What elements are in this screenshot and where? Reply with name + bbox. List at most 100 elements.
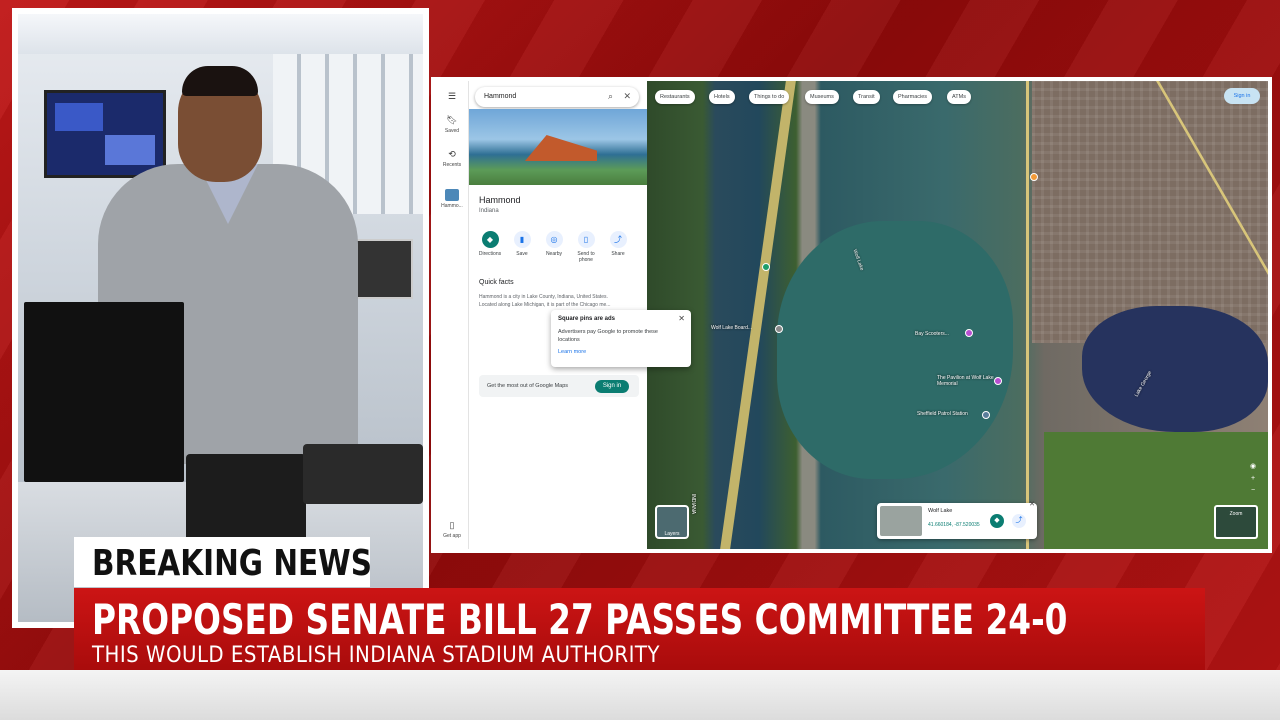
studio-tv-wall (44, 90, 166, 178)
recent-item-label: Hammo... (441, 203, 463, 209)
map-label-wolf-lake-board: Wolf Lake Board... (711, 325, 753, 331)
place-title: Hammond (479, 195, 521, 205)
map-controls: ◉ + − (1248, 461, 1258, 501)
directions-label: Directions (478, 251, 502, 257)
headline-text: PROPOSED SENATE BILL 27 PASSES COMMITTEE… (92, 595, 1068, 644)
get-most-text: Get the most out of Google Maps (487, 383, 569, 389)
recents-button[interactable]: ⟲ Recents (435, 149, 469, 168)
sign-in-button[interactable]: Sign in (1224, 88, 1260, 104)
get-app-label: Get app (443, 533, 461, 539)
bookmark-icon: ▮ (513, 231, 531, 248)
close-icon[interactable]: ✕ (1029, 500, 1035, 508)
map-pin[interactable] (1030, 173, 1038, 181)
hero-building (525, 135, 597, 161)
studio-video (18, 14, 423, 622)
share-label: Share (611, 251, 625, 257)
info-card[interactable]: Wolf Lake 41.660184, -87.520035 ◆ ⤴ ✕ (877, 500, 1037, 539)
map-pin[interactable] (762, 263, 770, 271)
saved-label: Saved (444, 128, 460, 134)
ticker-bar (0, 670, 1280, 720)
hamburger-icon: ☰ (447, 91, 457, 101)
map-pin[interactable] (965, 329, 973, 337)
close-icon[interactable]: ✕ (623, 91, 631, 102)
phone-icon: ▯ (449, 520, 455, 530)
satellite-map[interactable]: Wolf Lake Wolf Lake Board... Bay Scooter… (647, 81, 1268, 549)
anchor-video-frame (12, 8, 429, 628)
zoom-out-icon[interactable]: − (1248, 485, 1258, 497)
nearby-button[interactable]: ◎ Nearby (539, 231, 569, 257)
save-label: Save (516, 251, 528, 257)
wolf-lake-water (777, 221, 1014, 479)
quick-facts-title: Quick facts (479, 279, 514, 286)
send-to-phone-label: Send to phone (577, 251, 595, 263)
studio-equipment-2 (303, 444, 423, 504)
breaking-news-tag: BREAKING NEWS (74, 537, 372, 587)
zoom-in-icon[interactable]: + (1248, 473, 1258, 485)
search-icon[interactable]: ⌕ (608, 91, 613, 102)
chip-pharmacies[interactable]: Pharmacies (893, 90, 933, 104)
chip-hotels[interactable]: Hotels (709, 90, 735, 104)
studio-equipment (186, 454, 306, 544)
google-maps-window: ☰ 🔖︎ Saved ⟲ Recents Hammo... ▯ Get app Ham… (435, 81, 1268, 549)
send-to-phone-button[interactable]: ▯ Send to phone (571, 231, 601, 263)
headline-bar: PROPOSED SENATE BILL 27 PASSES COMMITTEE… (74, 588, 1205, 670)
saved-button[interactable]: 🔖︎ Saved (435, 115, 469, 134)
share-icon[interactable]: ⤴ (1012, 514, 1026, 528)
layers-button[interactable]: Layers (655, 505, 689, 539)
chip-transit[interactable]: Transit (853, 90, 880, 104)
road (1025, 81, 1029, 549)
bookmark-icon: 🔖︎ (446, 115, 458, 125)
studio-ceiling (18, 14, 423, 54)
recent-item-button[interactable]: Hammo... (435, 189, 469, 209)
place-subtitle: Indiana (479, 208, 499, 214)
quick-facts-text: Hammond is a city in Lake County, Indian… (479, 294, 611, 308)
learn-more-link[interactable]: Learn more (558, 349, 684, 355)
place-actions: ◆ Directions ▮ Save ◎ Nearby ▯ Send to phone… (475, 231, 643, 267)
place-hero-photo[interactable] (469, 109, 647, 185)
search-box[interactable]: Hammond ⌕ ✕ (475, 87, 639, 107)
directions-icon: ◆ (481, 231, 499, 248)
close-icon[interactable]: ✕ (678, 314, 685, 323)
map-label-sheffield: Sheffield Patrol Station (917, 411, 968, 417)
panel-sign-in-button[interactable]: Sign in (595, 380, 629, 393)
chip-things-to-do[interactable]: Things to do (749, 90, 790, 104)
share-button[interactable]: ⤴ Share (603, 231, 633, 257)
share-icon: ⤴ (609, 231, 627, 248)
map-screen-frame: ☰ 🔖︎ Saved ⟲ Recents Hammo... ▯ Get app Ham… (431, 77, 1272, 553)
anchor-hair (182, 66, 258, 96)
search-input[interactable]: Hammond (484, 93, 516, 100)
chip-atms[interactable]: ATMs (947, 90, 971, 104)
tooltip-body: Advertisers pay Google to promote these … (558, 329, 658, 343)
map-label-indiana: INDIANA (690, 493, 697, 515)
nearby-icon: ◎ (545, 231, 563, 248)
layers-label: Layers (664, 531, 680, 537)
get-most-banner: Get the most out of Google Maps Sign in (479, 375, 639, 397)
info-card-title: Wolf Lake (928, 508, 953, 514)
studio-monitor-left (24, 302, 184, 482)
directions-button[interactable]: ◆ Directions (475, 231, 505, 257)
directions-icon[interactable]: ◆ (990, 514, 1004, 528)
maps-side-rail: ☰ 🔖︎ Saved ⟲ Recents Hammo... ▯ Get app (435, 81, 469, 549)
zoom-button[interactable]: Zoom (1214, 505, 1258, 539)
subhead-text: THIS WOULD ESTABLISH INDIANA STADIUM AUT… (92, 643, 660, 668)
history-icon: ⟲ (448, 149, 456, 159)
get-app-button[interactable]: ▯ Get app (435, 520, 469, 539)
place-thumbnail-icon (445, 189, 459, 201)
recents-label: Recents (442, 162, 462, 168)
chip-museums[interactable]: Museums (805, 90, 839, 104)
nearby-label: Nearby (545, 251, 563, 257)
lake-george-water (1081, 305, 1268, 432)
info-card-coordinates[interactable]: 41.660184, -87.520035 (928, 522, 980, 528)
location-icon[interactable]: ◉ (1248, 461, 1258, 473)
ads-tooltip: Square pins are ads Advertisers pay Goog… (551, 310, 691, 367)
zoom-label: Zoom (1229, 511, 1243, 517)
save-button[interactable]: ▮ Save (507, 231, 537, 257)
map-pin[interactable] (982, 411, 990, 419)
menu-button[interactable]: ☰ (435, 91, 469, 104)
info-card-thumbnail (880, 506, 922, 536)
tooltip-title: Square pins are ads (558, 316, 616, 322)
map-pin[interactable] (775, 325, 783, 333)
chip-restaurants[interactable]: Restaurants (655, 90, 695, 104)
map-label-pavilion: The Pavilion at Wolf Lake Memorial (937, 375, 994, 387)
map-label-bay-scooters: Bay Scooters... (915, 331, 949, 337)
